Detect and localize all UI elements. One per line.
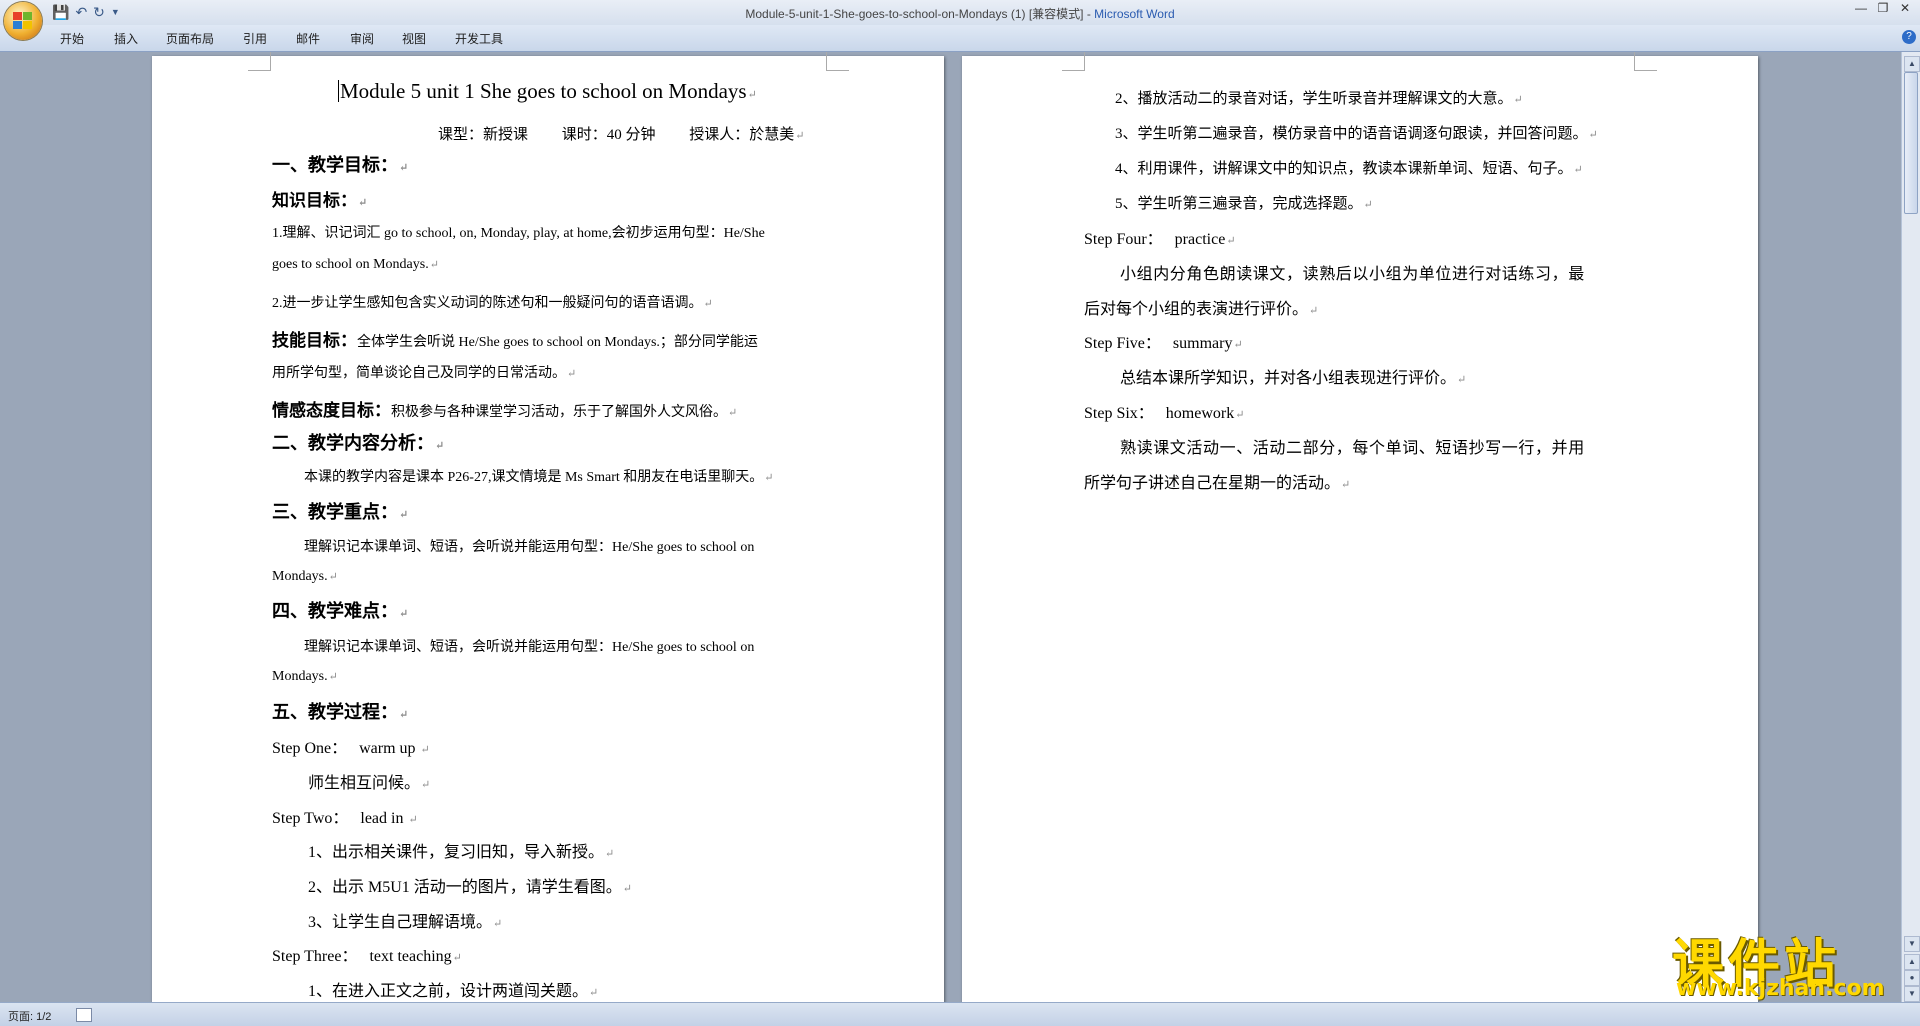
list-item: 2、播放活动二的录音对话，学生听录音并理解课文的大意。↵: [1115, 91, 1523, 107]
tab-home[interactable]: 开始: [60, 30, 84, 47]
document-area: Module 5 unit 1 She goes to school on Mo…: [0, 52, 1902, 1002]
redo-icon[interactable]: ↻: [93, 3, 105, 21]
paragraph: 2.进一步让学生感知包含实义动词的陈述句和一般疑问句的语音语调。↵: [272, 296, 713, 311]
step-heading: Step Five： summary↵: [1084, 335, 1243, 352]
tab-view[interactable]: 视图: [402, 30, 426, 47]
margin-mark: [826, 52, 849, 71]
paragraph: 理解识记本课单词、短语，会听说并能运用句型：He/She goes to sch…: [304, 540, 755, 555]
ribbon-tabs: 开始 插入 页面布局 引用 邮件 审阅 视图 开发工具: [0, 25, 1920, 52]
restore-icon[interactable]: ❐: [1872, 0, 1894, 18]
vertical-scrollbar[interactable]: ▲ ▼ ▲ ● ▼: [1901, 52, 1920, 1002]
text-cursor: [338, 80, 339, 102]
page-2[interactable]: 2、播放活动二的录音对话，学生听录音并理解课文的大意。↵ 3、学生听第二遍录音，…: [962, 52, 1758, 1002]
margin-mark: [248, 52, 271, 71]
proofing-icon[interactable]: [76, 1008, 92, 1022]
watermark-logo: 课件站 www.kjzhan.com: [1668, 922, 1908, 1002]
paragraph: Mondays.↵: [272, 669, 338, 684]
lesson-meta: 课型：新授课 课时：40 分钟 授课人：於慧美↵: [438, 127, 805, 143]
list-item: 1、出示相关课件，复习旧知，导入新授。↵: [308, 844, 615, 861]
step-heading: Step Four： practice↵: [1084, 231, 1236, 248]
step-heading: Step One： warm up ↵: [272, 740, 430, 757]
paragraph: 所学句子讲述自己在星期一的活动。↵: [1084, 475, 1351, 492]
step-heading: Step Two： lead in ↵: [272, 810, 418, 827]
undo-icon[interactable]: ↶: [75, 3, 87, 21]
list-item: 2、出示 M5U1 活动一的图片，请学生看图。↵: [308, 879, 633, 896]
step-heading: Step Three： text teaching↵: [272, 948, 462, 965]
window-controls: — ❐ ✕: [1850, 0, 1916, 18]
watermark-url: www.kjzhan.com: [1676, 976, 1885, 1001]
paragraph: 小组内分角色朗读课文，读熟后以小组为单位进行对话练习，最: [1120, 266, 1585, 283]
section-heading: 三、教学重点：↵: [272, 502, 409, 522]
margin-mark: [1062, 52, 1085, 71]
help-icon[interactable]: ?: [1902, 30, 1916, 44]
margin-mark: [1634, 52, 1657, 71]
title-bar: Module-5-unit-1-She-goes-to-school-on-Mo…: [0, 0, 1920, 25]
list-item: 4、利用课件，讲解课文中的知识点，教读本课新单词、短语、句子。↵: [1115, 161, 1583, 177]
paragraph: 本课的教学内容是课本 P26-27,课文情境是 Ms Smart 和朋友在电话里…: [304, 470, 774, 485]
scroll-up-icon[interactable]: ▲: [1904, 56, 1920, 72]
page-indicator[interactable]: 页面: 1/2: [8, 1008, 51, 1024]
doc-title: Module 5 unit 1 She goes to school on Mo…: [338, 79, 757, 103]
close-icon[interactable]: ✕: [1894, 0, 1916, 18]
paragraph: 用所学句型，简单谈论自己及同学的日常活动。↵: [272, 366, 577, 381]
section-heading: 四、教学难点：↵: [272, 601, 409, 621]
paragraph: 1.理解、识记词汇 go to school, on, Monday, play…: [272, 226, 765, 241]
list-item: 3、让学生自己理解语境。↵: [308, 914, 503, 931]
paragraph: 熟读课文活动一、活动二部分，每个单词、短语抄写一行，并用: [1120, 440, 1585, 457]
tab-references[interactable]: 引用: [243, 30, 267, 47]
office-logo-icon: [13, 12, 33, 30]
minimize-icon[interactable]: —: [1850, 0, 1872, 18]
scroll-thumb[interactable]: [1904, 72, 1918, 214]
page-1[interactable]: Module 5 unit 1 She goes to school on Mo…: [152, 52, 944, 1002]
app-name: Microsoft Word: [1094, 7, 1175, 21]
tab-insert[interactable]: 插入: [114, 30, 138, 47]
paragraph: 总结本课所学知识，并对各小组表现进行评价。↵: [1120, 370, 1467, 387]
list-item: 3、学生听第二遍录音，模仿录音中的语音语调逐句跟读，并回答问题。↵: [1115, 126, 1598, 142]
list-item: 5、学生听第三遍录音，完成选择题。↵: [1115, 196, 1373, 212]
tab-developer[interactable]: 开发工具: [455, 30, 503, 47]
section-heading: 五、教学过程：↵: [272, 702, 409, 722]
paragraph: 师生相互问候。↵: [308, 775, 431, 792]
document-title: Module-5-unit-1-She-goes-to-school-on-Mo…: [745, 7, 1095, 21]
paragraph: goes to school on Mondays.↵: [272, 257, 439, 272]
list-item: 1、在进入正文之前，设计两道闯关题。↵: [308, 983, 599, 1000]
office-button[interactable]: [4, 2, 42, 40]
customize-qat-icon[interactable]: ▼: [111, 3, 120, 21]
tab-page-layout[interactable]: 页面布局: [166, 30, 214, 47]
window-title: Module-5-unit-1-She-goes-to-school-on-Mo…: [0, 5, 1920, 22]
step-heading: Step Six： homework↵: [1084, 405, 1245, 422]
status-bar: 页面: 1/2: [0, 1002, 1920, 1026]
quick-access-toolbar: 💾 ↶ ↻ ▼: [52, 3, 120, 21]
paragraph: Mondays.↵: [272, 569, 338, 584]
subheading-knowledge: 知识目标：↵: [272, 191, 368, 210]
paragraph: 技能目标：全体学生会听说 He/She goes to school on Mo…: [272, 331, 758, 350]
tab-mailings[interactable]: 邮件: [296, 30, 320, 47]
section-heading: 一、教学目标：↵: [272, 155, 409, 175]
paragraph: 后对每个小组的表演进行评价。↵: [1084, 301, 1319, 318]
paragraph: 理解识记本课单词、短语，会听说并能运用句型：He/She goes to sch…: [304, 640, 755, 655]
save-icon[interactable]: 💾: [52, 3, 69, 21]
tab-review[interactable]: 审阅: [350, 30, 374, 47]
paragraph: 情感态度目标：积极参与各种课堂学习活动，乐于了解国外人文风俗。↵: [272, 401, 738, 420]
section-heading: 二、教学内容分析：↵: [272, 433, 445, 453]
